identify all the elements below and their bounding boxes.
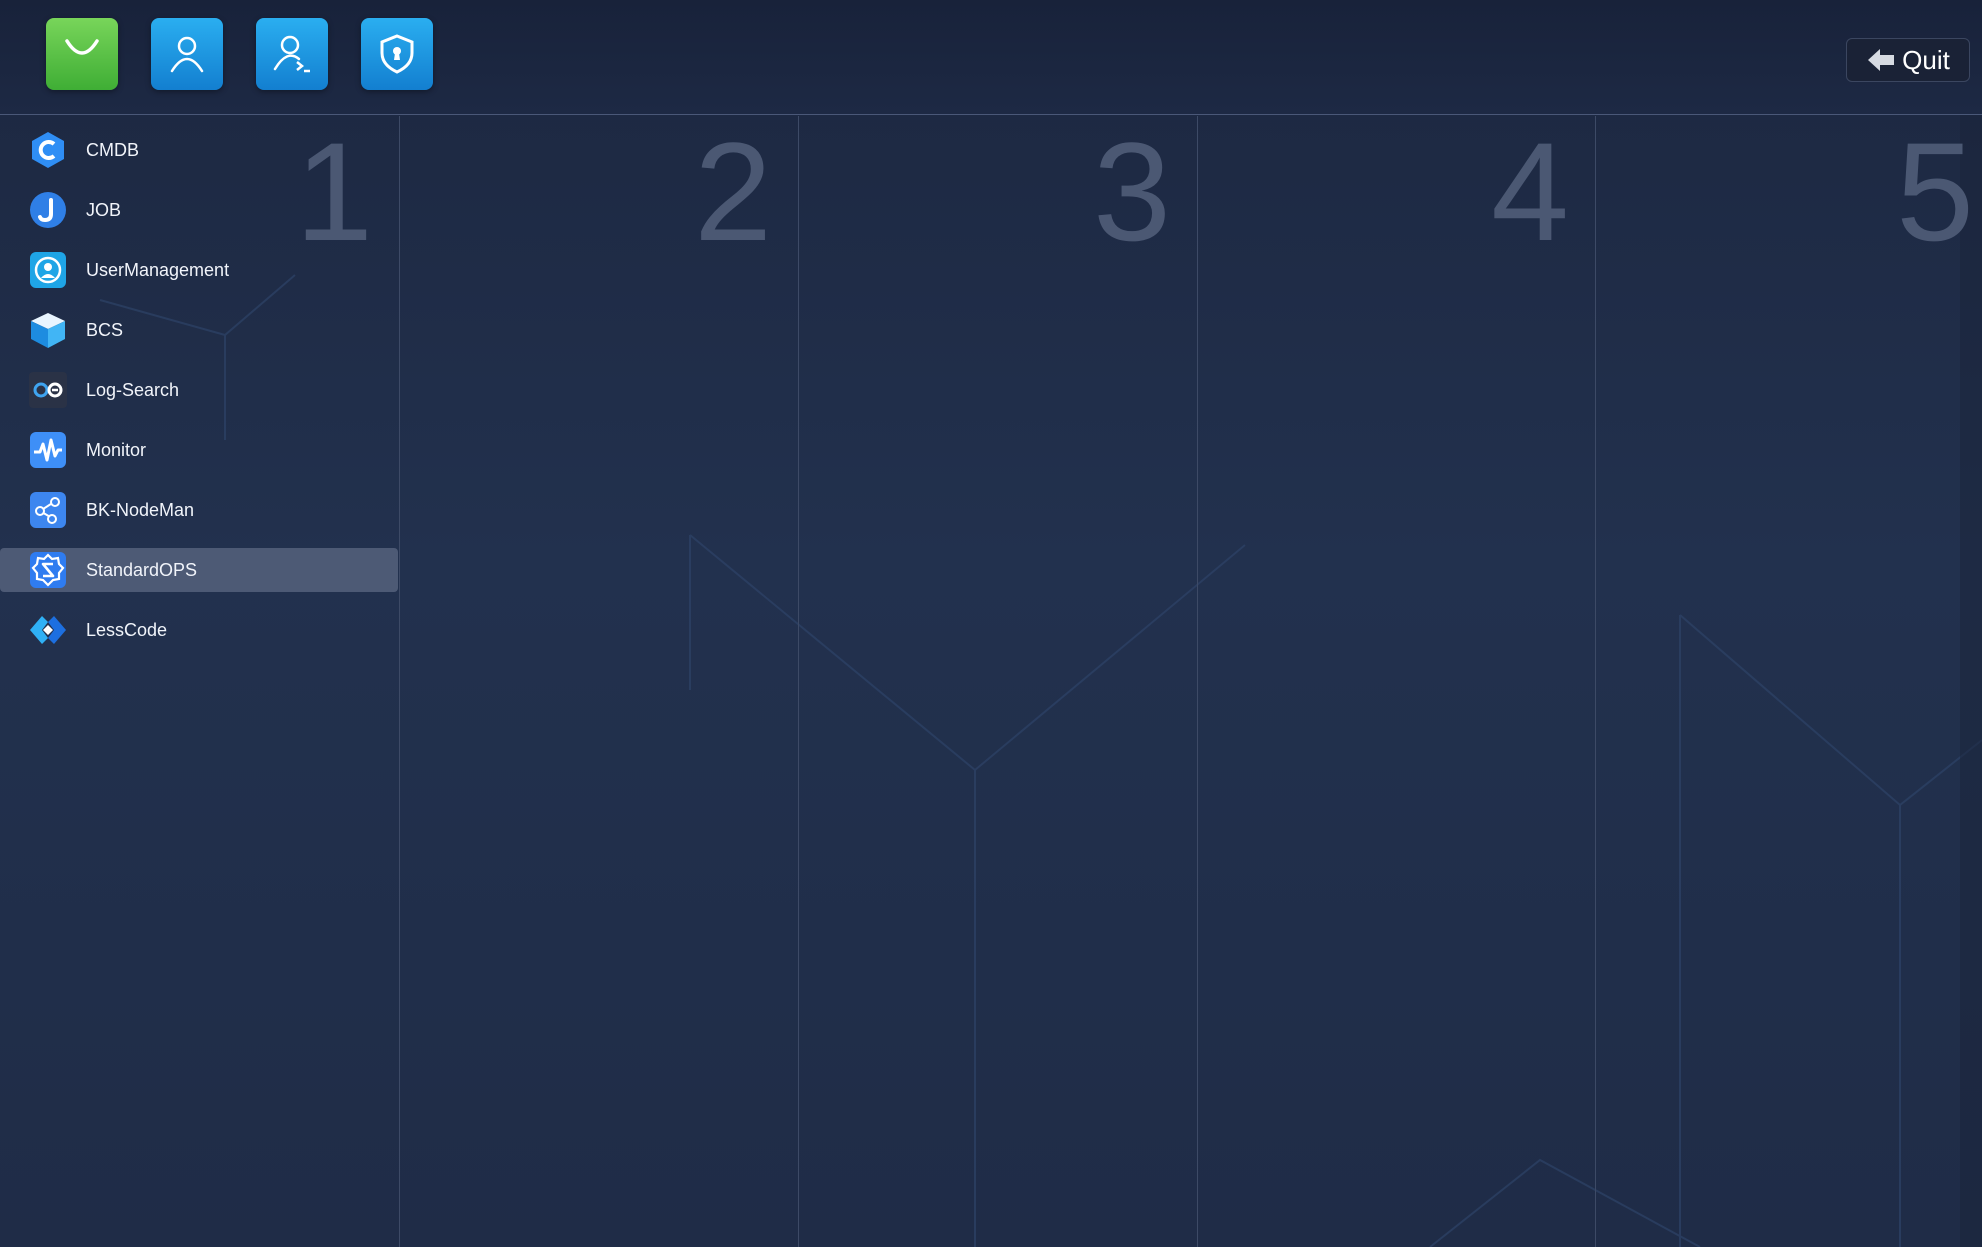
shield-icon	[380, 34, 414, 74]
app-item-monitor[interactable]: Monitor	[0, 428, 398, 472]
desktop-columns: 1 CMDB JOB UserManagement BCS Log-Search…	[0, 116, 1982, 1247]
cmdb-icon	[28, 130, 68, 170]
app-label: Monitor	[86, 439, 147, 460]
user-terminal-button[interactable]	[256, 18, 328, 90]
monitor-pulse-icon	[28, 430, 68, 470]
top-bar: Quit	[0, 0, 1982, 115]
app-item-usermanagement[interactable]: UserManagement	[0, 248, 398, 292]
app-label: UserManagement	[86, 259, 230, 280]
desktop-column-5: 5	[1596, 116, 1982, 1247]
shopping-bag-icon	[65, 39, 99, 55]
column-number: 3	[1093, 113, 1171, 270]
quit-label: Quit	[1902, 44, 1950, 75]
app-label: JOB	[86, 199, 122, 220]
column-number: 5	[1896, 113, 1974, 270]
app-item-job[interactable]: JOB	[0, 188, 398, 232]
desktop-column-1: 1 CMDB JOB UserManagement BCS Log-Search…	[0, 116, 400, 1247]
user-icon	[170, 36, 204, 73]
app-label: StandardOPS	[86, 559, 198, 580]
bcs-cube-icon	[28, 310, 68, 350]
desktop-column-4: 4	[1198, 116, 1596, 1247]
dock	[46, 18, 433, 90]
lesscode-icon	[28, 610, 68, 650]
user-console-icon	[273, 35, 310, 73]
app-label: BK-NodeMan	[86, 499, 195, 520]
user-profile-button[interactable]	[151, 18, 223, 90]
app-label: CMDB	[86, 139, 139, 160]
app-item-cmdb[interactable]: CMDB	[0, 128, 398, 172]
security-button[interactable]	[361, 18, 433, 90]
app-item-bcs[interactable]: BCS	[0, 308, 398, 352]
app-item-bk-nodeman[interactable]: BK-NodeMan	[0, 488, 398, 532]
job-icon	[28, 190, 68, 230]
desktop-column-3: 3	[799, 116, 1198, 1247]
column-number: 2	[694, 113, 772, 270]
app-label: Log-Search	[86, 379, 180, 400]
app-label: BCS	[86, 319, 124, 340]
app-item-log-search[interactable]: Log-Search	[0, 368, 398, 412]
app-item-standardops[interactable]: StandardOPS	[0, 548, 398, 592]
quit-button[interactable]: Quit	[1846, 38, 1970, 82]
log-search-icon	[28, 370, 68, 410]
app-label: LessCode	[86, 619, 168, 640]
app-list: CMDB JOB UserManagement BCS Log-Search M…	[0, 128, 398, 668]
app-store-button[interactable]	[46, 18, 118, 90]
desktop-column-2: 2	[400, 116, 799, 1247]
column-number: 4	[1491, 113, 1569, 270]
arrow-left-icon	[1868, 49, 1895, 71]
standardops-icon	[28, 550, 68, 590]
user-management-icon	[28, 250, 68, 290]
nodeman-icon	[28, 490, 68, 530]
app-item-lesscode[interactable]: LessCode	[0, 608, 398, 652]
